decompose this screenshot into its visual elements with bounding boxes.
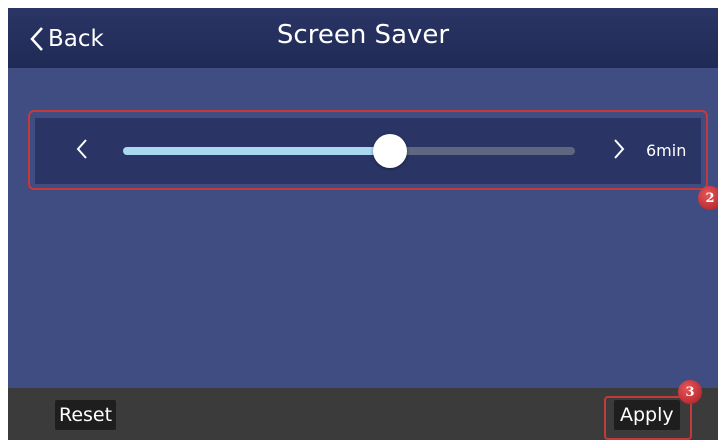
slider-thumb[interactable]: [372, 134, 407, 168]
slider-track[interactable]: [123, 134, 575, 168]
chevron-right-icon: [613, 138, 625, 164]
slider-fill: [123, 147, 390, 155]
slider-panel: 6min: [35, 118, 701, 184]
footer-bar: Reset Apply 3: [8, 380, 718, 440]
chevron-left-icon: [76, 138, 88, 164]
decrease-button[interactable]: [67, 136, 97, 166]
screen-saver-screen: Back Screen Saver 6min 2 Reset Apply 3: [8, 8, 718, 440]
increase-button[interactable]: [604, 136, 634, 166]
content-area: 6min 2: [8, 68, 718, 388]
header-bar: Back Screen Saver: [8, 8, 718, 68]
page-title: Screen Saver: [276, 20, 450, 50]
apply-button[interactable]: Apply: [614, 400, 680, 430]
step-badge: 2: [698, 186, 718, 210]
reset-button[interactable]: Reset: [55, 400, 117, 430]
step-badge: 3: [678, 380, 702, 404]
timeout-value: 6min: [646, 141, 687, 160]
